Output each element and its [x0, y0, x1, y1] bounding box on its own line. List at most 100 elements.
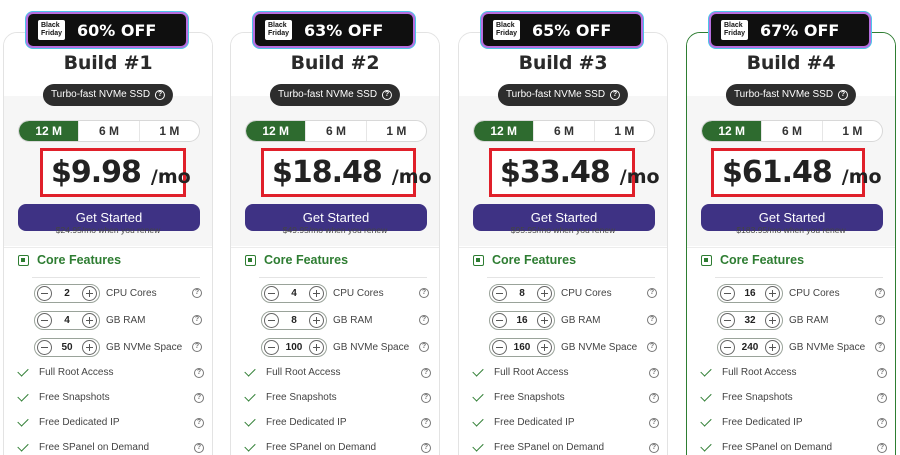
feature-item: Free Snapshots ? [244, 390, 431, 403]
help-icon[interactable]: ? [421, 442, 431, 453]
term-6m[interactable]: 6 M [533, 121, 593, 141]
help-icon[interactable]: ? [382, 90, 393, 100]
help-icon[interactable]: ? [877, 367, 887, 378]
help-icon[interactable]: ? [421, 392, 431, 403]
minus-icon[interactable] [37, 339, 52, 355]
plus-icon[interactable] [82, 312, 97, 328]
check-icon [17, 415, 29, 427]
plus-icon[interactable] [537, 312, 552, 328]
help-icon[interactable]: ? [192, 288, 202, 298]
plus-icon[interactable] [82, 285, 97, 301]
term-12m[interactable]: 12 M [19, 121, 79, 141]
plus-icon[interactable] [82, 339, 97, 355]
help-icon[interactable]: ? [192, 315, 202, 325]
help-icon[interactable]: ? [649, 392, 659, 403]
help-icon[interactable]: ? [877, 442, 887, 453]
help-icon[interactable]: ? [877, 392, 887, 403]
feature-label: Free Snapshots [266, 392, 337, 403]
check-icon [17, 390, 29, 402]
cpu-value: 8 [519, 287, 525, 299]
plus-icon[interactable] [765, 339, 780, 355]
help-icon[interactable]: ? [649, 367, 659, 378]
term-1m[interactable]: 1 M [593, 121, 654, 141]
minus-icon[interactable] [720, 339, 735, 355]
help-icon[interactable]: ? [421, 367, 431, 378]
ssd-pill[interactable]: Turbo-fast NVMe SSD ? [269, 84, 401, 106]
plus-icon[interactable] [765, 285, 780, 301]
help-icon[interactable]: ? [875, 315, 885, 325]
ram-row: 16 GB RAM ? [489, 310, 657, 330]
minus-icon[interactable] [264, 339, 279, 355]
help-icon[interactable]: ? [194, 417, 204, 428]
feature-item: Free SPanel on Demand ? [244, 440, 431, 453]
help-icon[interactable]: ? [877, 417, 887, 428]
feature-item: Free Dedicated IP ? [472, 415, 659, 428]
check-icon [17, 440, 29, 452]
help-icon[interactable]: ? [194, 392, 204, 403]
ram-row: 8 GB RAM ? [261, 310, 429, 330]
renew-note: $183.95/mo when you renew [736, 225, 846, 235]
minus-icon[interactable] [720, 312, 735, 328]
price-amount: $61.48 [722, 155, 833, 190]
term-1m[interactable]: 1 M [821, 121, 882, 141]
feature-item: Free SPanel on Demand ? [472, 440, 659, 453]
plus-icon[interactable] [765, 312, 780, 328]
help-icon[interactable]: ? [419, 315, 429, 325]
help-icon[interactable]: ? [421, 417, 431, 428]
minus-icon[interactable] [492, 312, 507, 328]
minus-icon[interactable] [492, 285, 507, 301]
term-12m[interactable]: 12 M [702, 121, 762, 141]
help-icon[interactable]: ? [194, 442, 204, 453]
black-friday-tag: Black Friday [721, 20, 749, 40]
plus-icon[interactable] [537, 339, 552, 355]
help-icon[interactable]: ? [647, 315, 657, 325]
minus-icon[interactable] [264, 312, 279, 328]
divider [4, 247, 212, 248]
features-title: Core Features [37, 253, 122, 267]
help-icon[interactable]: ? [649, 417, 659, 428]
price-period: /mo [391, 165, 432, 188]
minus-icon[interactable] [37, 312, 52, 328]
feature-label: Full Root Access [494, 367, 569, 378]
feature-label: Free SPanel on Demand [266, 442, 377, 453]
minus-icon[interactable] [264, 285, 279, 301]
plus-icon[interactable] [309, 285, 324, 301]
ssd-pill[interactable]: Turbo-fast NVMe SSD ? [42, 84, 174, 106]
help-icon[interactable]: ? [192, 342, 202, 352]
feature-item: Free Dedicated IP ? [244, 415, 431, 428]
plus-icon[interactable] [537, 285, 552, 301]
help-icon[interactable]: ? [194, 367, 204, 378]
feature-item: Free Dedicated IP ? [700, 415, 887, 428]
help-icon[interactable]: ? [647, 342, 657, 352]
card-pricing-panel: Turbo-fast NVMe SSD ? 12 M 6 M 1 M $61.4… [687, 84, 895, 246]
minus-icon[interactable] [492, 339, 507, 355]
plus-icon[interactable] [309, 312, 324, 328]
ssd-label: Turbo-fast NVMe SSD [50, 89, 151, 100]
term-12m[interactable]: 12 M [474, 121, 534, 141]
check-icon [244, 440, 256, 452]
check-icon [244, 415, 256, 427]
help-icon[interactable]: ? [610, 90, 621, 100]
features-title: Core Features [492, 253, 577, 267]
help-icon[interactable]: ? [647, 288, 657, 298]
term-6m[interactable]: 6 M [761, 121, 821, 141]
term-12m[interactable]: 12 M [246, 121, 306, 141]
discount-badge: Black Friday 67% OFF [711, 14, 869, 46]
help-icon[interactable]: ? [875, 342, 885, 352]
help-icon[interactable]: ? [875, 288, 885, 298]
term-1m[interactable]: 1 M [365, 121, 426, 141]
minus-icon[interactable] [37, 285, 52, 301]
minus-icon[interactable] [720, 285, 735, 301]
help-icon[interactable]: ? [419, 342, 429, 352]
plus-icon[interactable] [309, 339, 324, 355]
ssd-pill[interactable]: Turbo-fast NVMe SSD ? [497, 84, 629, 106]
ssd-pill[interactable]: Turbo-fast NVMe SSD ? [725, 84, 857, 106]
discount-text: 67% OFF [760, 20, 840, 40]
help-icon[interactable]: ? [155, 90, 166, 100]
help-icon[interactable]: ? [419, 288, 429, 298]
term-6m[interactable]: 6 M [305, 121, 365, 141]
term-6m[interactable]: 6 M [78, 121, 138, 141]
term-1m[interactable]: 1 M [138, 121, 199, 141]
help-icon[interactable]: ? [649, 442, 659, 453]
help-icon[interactable]: ? [838, 90, 849, 100]
